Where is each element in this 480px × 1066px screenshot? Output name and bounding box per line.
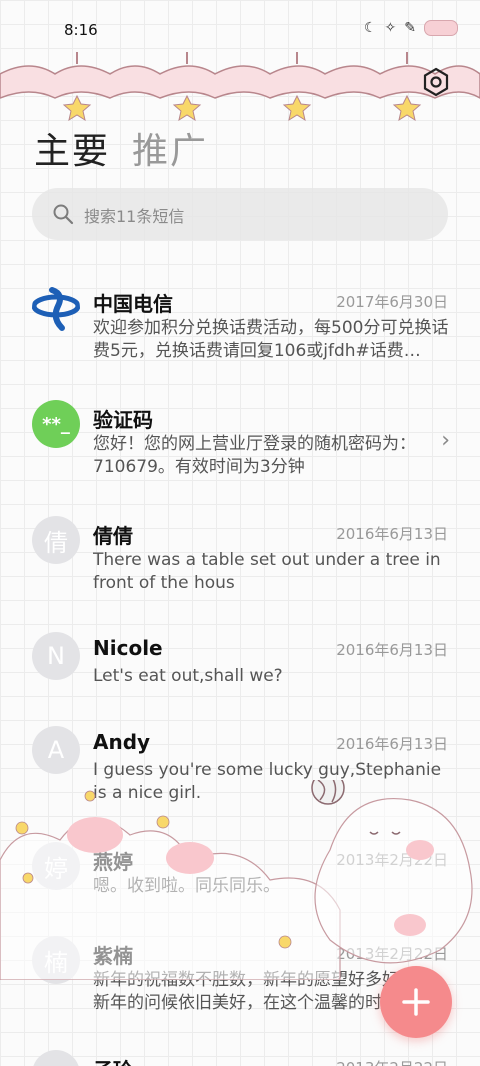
china-telecom-logo-icon xyxy=(32,287,80,331)
search-placeholder: 搜索11条短信 xyxy=(84,207,185,226)
contact-name: 倩倩 xyxy=(93,524,133,548)
message-date: 2013年2月22日 xyxy=(336,851,448,869)
contact-name: 验证码 xyxy=(93,408,153,432)
sparkle-icon: ✧ xyxy=(384,20,397,36)
status-bar: 8:16 ☾ ✧ ✎ xyxy=(0,0,480,56)
avatar: **_ xyxy=(32,400,80,448)
avatar: 楠 xyxy=(32,936,80,984)
message-date: 2013年2月22日 xyxy=(336,1057,448,1066)
contact-name: 紫楠 xyxy=(93,944,133,968)
avatar: 倩 xyxy=(32,516,80,564)
contact-name: 子玲 xyxy=(93,1054,133,1066)
message-date: 2016年6月13日 xyxy=(336,641,448,659)
message-date: 2013年2月22日 xyxy=(336,945,448,963)
avatar: 婷 xyxy=(32,842,80,890)
message-date: 2016年6月13日 xyxy=(336,735,448,753)
search-input[interactable]: 搜索11条短信 xyxy=(32,188,448,240)
conversation-row[interactable]: 子玲 2013年2月22日 xyxy=(0,1040,480,1066)
signal-icon: ✎ xyxy=(404,20,416,36)
message-preview: Let's eat out,shall we? xyxy=(93,666,283,686)
avatar: N xyxy=(32,632,80,680)
new-message-button[interactable] xyxy=(380,966,452,1038)
contact-name: Andy xyxy=(93,730,151,754)
avatar xyxy=(32,1050,80,1066)
contact-name: 中国电信 xyxy=(93,292,173,316)
status-time: 8:16 xyxy=(64,21,98,39)
conversation-row[interactable]: 中国电信 2017年6月30日 欢迎参加积分兑换话费活动，每500分可兑换话费5… xyxy=(0,270,480,380)
conversation-row[interactable]: A Andy 2016年6月13日 I guess you're some lu… xyxy=(0,712,480,822)
settings-icon[interactable] xyxy=(420,66,452,98)
message-preview: I guess you're some lucky guy,Stephanie … xyxy=(93,760,442,803)
message-preview: 您好！您的网上营业厅登录的随机密码为：710679。有效时间为3分钟 xyxy=(93,434,416,477)
conversation-row[interactable]: 倩 倩倩 2016年6月13日 There was a table set ou… xyxy=(0,502,480,612)
message-preview: There was a table set out under a tree i… xyxy=(93,550,441,593)
awning-decoration xyxy=(0,52,480,122)
tab-primary[interactable]: 主要 xyxy=(34,122,110,174)
message-preview: 嗯。收到啦。同乐同乐。 xyxy=(93,876,280,896)
contact-name: 燕婷 xyxy=(93,850,133,874)
status-icons: ☾ ✧ ✎ xyxy=(364,20,458,36)
message-date: 2017年6月30日 xyxy=(336,293,448,311)
moon-icon: ☾ xyxy=(363,20,377,36)
conversation-row[interactable]: **_ 验证码 您好！您的网上营业厅登录的随机密码为：710679。有效时间为3… xyxy=(0,386,480,496)
plus-icon xyxy=(402,988,430,1016)
chevron-right-icon[interactable]: › xyxy=(441,428,450,453)
message-preview: 欢迎参加积分兑换话费活动，每500分可兑换话费5元，兑换话费请回复106或jfd… xyxy=(93,318,449,361)
battery-icon xyxy=(424,20,458,36)
search-icon xyxy=(53,204,74,225)
avatar: A xyxy=(32,726,80,774)
contact-name: Nicole xyxy=(93,636,163,660)
tab-promotions[interactable]: 推广 xyxy=(132,122,208,174)
tab-bar: 主要 推广 xyxy=(34,122,208,174)
message-date: 2016年6月13日 xyxy=(336,525,448,543)
